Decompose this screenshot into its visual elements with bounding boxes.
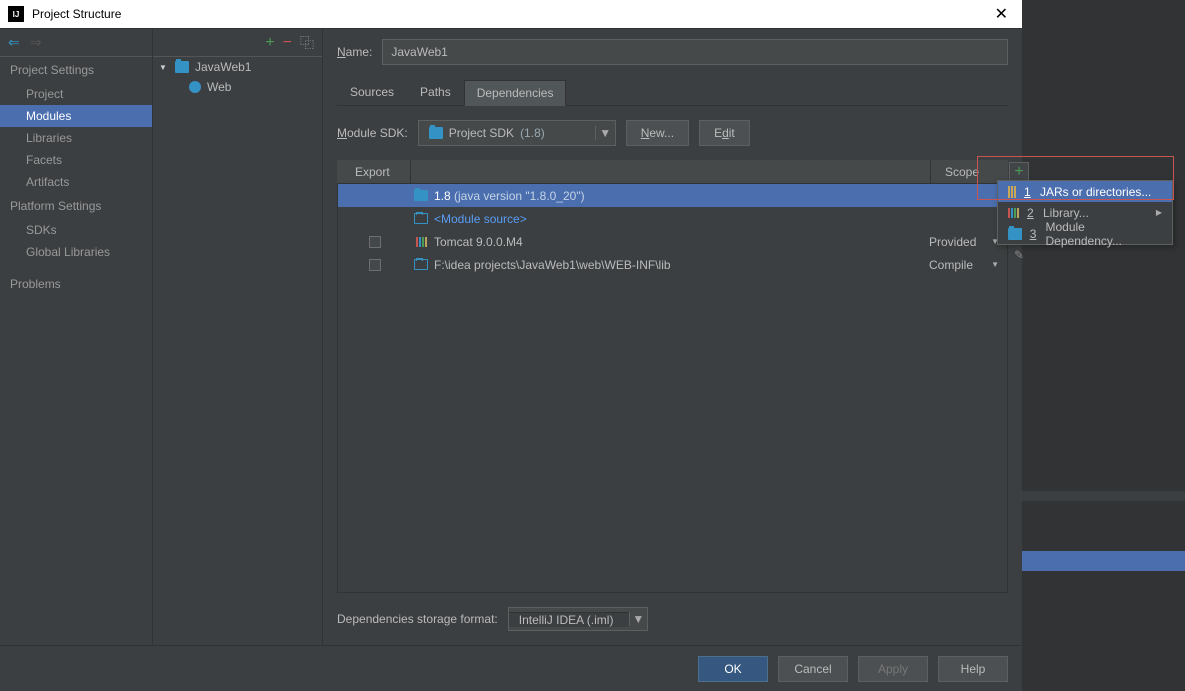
name-label: Name: <box>337 45 372 59</box>
tab-dependencies[interactable]: Dependencies <box>464 80 567 106</box>
deps-table-header: Export Scope <box>337 160 1008 184</box>
th-export: Export <box>337 160 411 183</box>
storage-format-select[interactable]: IntelliJ IDEA (.iml) ▼ <box>508 607 648 631</box>
edit-dep-icon[interactable]: ✎ <box>1014 248 1024 262</box>
popup-label: Module Dependency... <box>1046 220 1163 248</box>
export-checkbox[interactable] <box>369 236 381 248</box>
sdk-value: Project SDK <box>449 126 514 140</box>
section-project-settings: Project Settings <box>0 57 152 83</box>
nav-artifacts[interactable]: Artifacts <box>0 171 152 193</box>
chevron-down-icon[interactable]: ▼ <box>629 612 647 626</box>
forward-icon[interactable]: ⇒ <box>30 34 42 51</box>
nav-project[interactable]: Project <box>0 83 152 105</box>
dep-label: F:\idea projects\JavaWeb1\web\WEB-INF\li… <box>430 258 929 272</box>
new-sdk-button[interactable]: New... <box>626 120 689 146</box>
titlebar: IJ Project Structure ✕ <box>0 0 1022 28</box>
nav-toolbar: ⇐ ⇒ <box>0 29 152 57</box>
folder-icon <box>414 213 428 224</box>
nav-modules[interactable]: Modules <box>0 105 152 127</box>
popup-label: JARs or directories... <box>1040 185 1151 199</box>
popup-jars[interactable]: 1 JARs or directories... <box>998 181 1172 202</box>
deps-table: 1.8 (java version "1.8.0_20") <Module so… <box>337 184 1008 593</box>
nav-global-libraries[interactable]: Global Libraries <box>0 241 152 263</box>
dep-label: 1.8 (java version "1.8.0_20") <box>430 189 929 203</box>
module-icon <box>1008 228 1022 240</box>
expander-icon[interactable]: ▼ <box>159 63 169 72</box>
storage-label: Dependencies storage format: <box>337 612 498 626</box>
nav-problems[interactable]: Problems <box>0 273 152 295</box>
web-icon <box>189 81 201 93</box>
window-title: Project Structure <box>32 7 989 21</box>
dep-label: Tomcat 9.0.0.M4 <box>430 235 929 249</box>
close-icon[interactable]: ✕ <box>989 4 1014 24</box>
main-panel: Name: Sources Paths Dependencies Module … <box>323 29 1022 645</box>
remove-module-icon[interactable]: − <box>283 34 292 52</box>
ok-button[interactable]: OK <box>698 656 768 682</box>
nav-libraries[interactable]: Libraries <box>0 127 152 149</box>
table-row[interactable]: 1.8 (java version "1.8.0_20") <box>338 184 1007 207</box>
tab-sources[interactable]: Sources <box>337 79 407 105</box>
nav-sdks[interactable]: SDKs <box>0 219 152 241</box>
copy-module-icon[interactable]: ⿻ <box>300 33 314 53</box>
help-button[interactable]: Help <box>938 656 1008 682</box>
folder-icon <box>429 127 443 139</box>
tab-paths[interactable]: Paths <box>407 79 464 105</box>
tree-root[interactable]: ▼ JavaWeb1 <box>153 57 322 77</box>
submenu-icon: ▶ <box>1156 208 1162 217</box>
add-dep-icon[interactable]: + <box>1009 162 1029 182</box>
module-name-input[interactable] <box>382 39 1008 65</box>
chevron-down-icon[interactable]: ▼ <box>595 126 615 140</box>
table-row[interactable]: <Module source> <box>338 207 1007 230</box>
nav-facets[interactable]: Facets <box>0 149 152 171</box>
module-tree: + − ⿻ ▼ JavaWeb1 Web <box>153 29 323 645</box>
cancel-button[interactable]: Cancel <box>778 656 848 682</box>
module-icon <box>175 61 189 73</box>
app-icon: IJ <box>8 6 24 22</box>
dep-label: <Module source> <box>430 212 929 226</box>
add-module-icon[interactable]: + <box>265 34 274 52</box>
tree-child-label: Web <box>207 80 231 94</box>
edit-sdk-button[interactable]: Edit <box>699 120 750 146</box>
library-icon <box>1008 208 1019 218</box>
add-dependency-popup: 1 JARs or directories... 2 Library... ▶ … <box>997 180 1173 245</box>
tree-toolbar: + − ⿻ <box>153 29 322 57</box>
section-platform-settings: Platform Settings <box>0 193 152 219</box>
library-icon <box>416 237 427 247</box>
table-row[interactable]: F:\idea projects\JavaWeb1\web\WEB-INF\li… <box>338 253 1007 276</box>
apply-button[interactable]: Apply <box>858 656 928 682</box>
tree-child[interactable]: Web <box>153 77 322 97</box>
dialog-footer: OK Cancel Apply Help <box>0 645 1022 691</box>
sdk-select[interactable]: Project SDK (1.8) ▼ <box>418 120 616 146</box>
sdk-version: (1.8) <box>520 126 545 140</box>
popup-num: 2 <box>1027 206 1035 220</box>
folder-icon <box>414 190 428 201</box>
table-row[interactable]: Tomcat 9.0.0.M4 Provided▼ <box>338 230 1007 253</box>
popup-num: 1 <box>1024 185 1032 199</box>
export-checkbox[interactable] <box>369 259 381 271</box>
tree-root-label: JavaWeb1 <box>195 60 251 74</box>
tabs: Sources Paths Dependencies <box>337 79 1008 106</box>
sdk-label: Module SDK: <box>337 126 408 140</box>
popup-num: 3 <box>1030 227 1038 241</box>
background-panel <box>1022 0 1185 691</box>
popup-label: Library... <box>1043 206 1089 220</box>
back-icon[interactable]: ⇐ <box>8 34 20 51</box>
storage-value: IntelliJ IDEA (.iml) <box>509 612 629 627</box>
scope-select[interactable]: Provided▼ <box>929 235 1007 249</box>
folder-icon <box>414 259 428 270</box>
scope-select[interactable]: Compile▼ <box>929 258 1007 272</box>
popup-module-dep[interactable]: 3 Module Dependency... <box>998 223 1172 244</box>
left-nav: ⇐ ⇒ Project Settings Project Modules Lib… <box>0 29 153 645</box>
project-structure-window: IJ Project Structure ✕ ⇐ ⇒ Project Setti… <box>0 0 1022 691</box>
